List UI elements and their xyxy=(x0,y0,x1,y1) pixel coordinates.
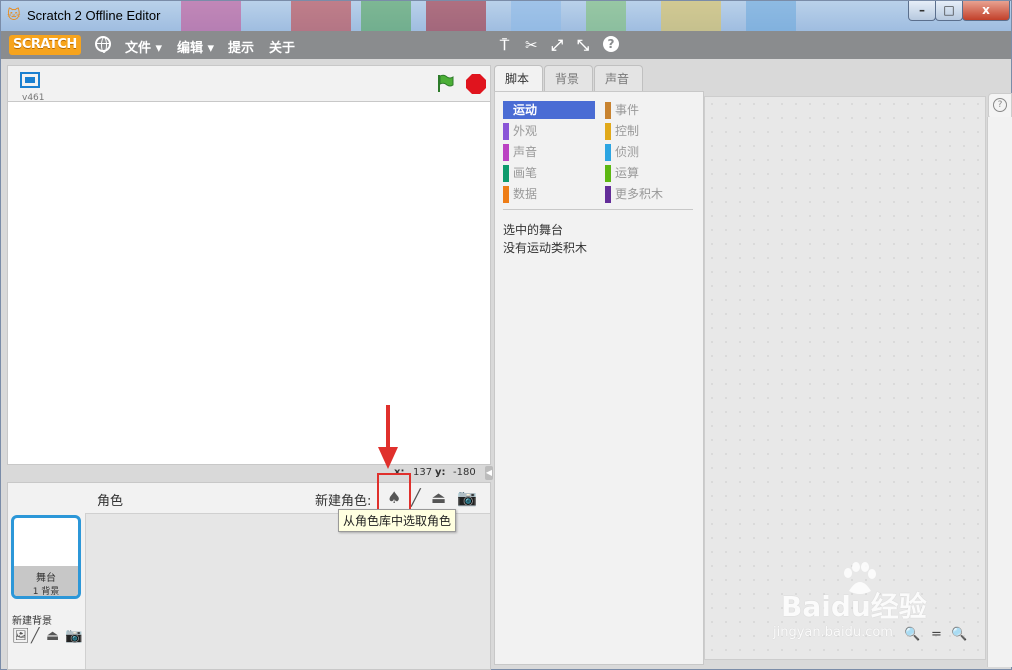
menu-tips[interactable]: 提示 xyxy=(228,37,254,56)
palette-no-blocks: 没有运动类积木 xyxy=(503,241,588,255)
annotation-arrow-head xyxy=(378,447,398,469)
sprites-title: 角色 xyxy=(97,494,124,509)
category-label: 画笔 xyxy=(513,166,538,180)
category-label: 运算 xyxy=(615,166,640,180)
paint-sprite-icon[interactable]: ╱ xyxy=(411,488,421,507)
annotation-arrow-shaft xyxy=(386,405,390,451)
category-data[interactable]: 数据 xyxy=(503,185,583,203)
category-swatch xyxy=(605,102,611,119)
upload-backdrop-icon[interactable]: ⏏ xyxy=(46,628,59,644)
tab-sounds[interactable]: 声音 xyxy=(594,65,643,91)
category-operators[interactable]: 运算 xyxy=(605,164,685,182)
app-window: 🐱 Scratch 2 Offline Editor – □ x SCRATCH… xyxy=(0,0,1012,670)
stage-thumbnail[interactable]: 舞台 1 背景 xyxy=(11,515,81,599)
right-strip xyxy=(987,117,1012,667)
scratch-cat-icon: 🐱 xyxy=(7,8,21,23)
tab-scripts[interactable]: 脚本 xyxy=(494,65,543,92)
category-label: 声音 xyxy=(513,145,538,159)
category-looks[interactable]: 外观 xyxy=(503,122,583,140)
camera-backdrop-icon[interactable]: 📷 xyxy=(65,628,82,644)
taskbar-blur-7 xyxy=(661,1,721,31)
presentation-mode-icon[interactable] xyxy=(20,72,40,88)
category-swatch xyxy=(503,144,509,161)
taskbar-blur-5 xyxy=(511,1,561,31)
category-swatch xyxy=(605,144,611,161)
taskbar-blur-6 xyxy=(586,1,626,31)
upload-sprite-icon[interactable]: ⏏ xyxy=(431,488,446,507)
stage-thumb-name: 舞台 xyxy=(36,573,56,584)
new-backdrop-label: 新建背景 xyxy=(12,616,52,627)
zoom-reset-icon[interactable]: = xyxy=(931,627,942,642)
category-label: 数据 xyxy=(513,187,538,201)
window-title: Scratch 2 Offline Editor xyxy=(27,8,161,23)
green-flag-icon[interactable] xyxy=(436,74,454,92)
language-globe-icon[interactable] xyxy=(95,36,111,53)
taskbar-blur-3 xyxy=(361,1,411,31)
category-label: 更多积木 xyxy=(615,187,664,201)
category-label: 运动 xyxy=(513,103,538,117)
minimize-button[interactable]: – xyxy=(908,1,936,21)
category-swatch xyxy=(605,165,611,182)
category-label: 控制 xyxy=(615,124,640,138)
stage-column: 舞台 1 背景 新建背景 🖼 ╱ ⏏ 📷 xyxy=(8,483,86,669)
palette-selected-stage: 选中的舞台 xyxy=(503,223,564,237)
category-swatch xyxy=(503,165,509,182)
watermark-url: jingyan.baidu.com xyxy=(773,625,893,640)
category-sensing[interactable]: 侦测 xyxy=(605,143,685,161)
camera-sprite-icon[interactable]: 📷 xyxy=(457,488,477,507)
taskbar-blur-2 xyxy=(291,1,351,31)
category-swatch xyxy=(503,186,509,203)
paint-backdrop-icon[interactable]: ╱ xyxy=(31,628,39,644)
category-swatch xyxy=(605,186,611,203)
stage-toolbar: v461 xyxy=(7,65,491,103)
category-more-blocks[interactable]: 更多积木 xyxy=(605,185,695,203)
stage-canvas[interactable] xyxy=(7,101,491,465)
shrink-icon[interactable]: ⤡ xyxy=(577,36,589,54)
category-sound[interactable]: 声音 xyxy=(503,143,583,161)
zoom-in-icon[interactable]: 🔍 xyxy=(951,627,967,642)
title-bar: 🐱 Scratch 2 Offline Editor – □ x xyxy=(1,1,1011,31)
y-coord-value: -180 xyxy=(453,467,476,478)
taskbar-blur-4 xyxy=(426,1,486,31)
category-label: 事件 xyxy=(615,103,640,117)
help-tab[interactable]: ? xyxy=(988,93,1012,119)
collapse-stage-button[interactable]: ◀ xyxy=(485,466,493,480)
watermark-title: Baidu经验 xyxy=(781,590,927,623)
maximize-button[interactable]: □ xyxy=(935,1,963,21)
x-coord-value: 137 xyxy=(413,467,433,478)
category-label: 外观 xyxy=(513,124,538,138)
menu-about[interactable]: 关于 xyxy=(269,37,295,56)
taskbar-blur-8 xyxy=(746,1,796,31)
palette-divider xyxy=(503,209,693,210)
delete-scissors-icon[interactable]: ✂ xyxy=(525,36,538,54)
category-swatch xyxy=(605,123,611,140)
close-button[interactable]: x xyxy=(962,1,1010,21)
category-pen[interactable]: 画笔 xyxy=(503,164,583,182)
category-label: 侦测 xyxy=(615,145,640,159)
help-icon: ? xyxy=(993,98,1007,112)
menu-bar: SCRATCH 文件 ▾ 编辑 ▾ 提示 关于 ⍑ ✂ ⤢ ⤡ ? xyxy=(1,31,1011,59)
grow-icon[interactable]: ⤢ xyxy=(551,36,563,54)
block-palette: 运动 外观 声音 画笔 数据 事件 控制 侦测 运算 更多积木 选中的舞台 没有… xyxy=(494,91,704,665)
category-motion[interactable]: 运动 xyxy=(503,101,595,119)
sprite-library-tooltip: 从角色库中选取角色 xyxy=(338,509,457,532)
category-swatch xyxy=(503,123,509,140)
scratch-logo[interactable]: SCRATCH xyxy=(9,35,81,55)
block-help-icon[interactable]: ? xyxy=(603,36,619,52)
taskbar-blur-1 xyxy=(181,1,241,31)
menu-edit[interactable]: 编辑 ▾ xyxy=(177,37,214,56)
zoom-out-icon[interactable]: 🔍 xyxy=(904,627,920,642)
menu-file[interactable]: 文件 ▾ xyxy=(125,37,162,56)
new-sprite-label: 新建角色: xyxy=(315,494,372,509)
y-coord-label: y: xyxy=(435,467,446,478)
stage-thumb-footer: 舞台 1 背景 xyxy=(14,566,78,596)
category-events[interactable]: 事件 xyxy=(605,101,685,119)
backdrop-library-icon[interactable]: 🖼 xyxy=(12,628,30,644)
category-control[interactable]: 控制 xyxy=(605,122,685,140)
tab-backdrops[interactable]: 背景 xyxy=(544,65,593,91)
stage-backdrop-count: 1 背景 xyxy=(32,587,60,597)
stop-sign-icon[interactable] xyxy=(466,74,486,94)
duplicate-stamp-icon[interactable]: ⍑ xyxy=(500,36,509,54)
